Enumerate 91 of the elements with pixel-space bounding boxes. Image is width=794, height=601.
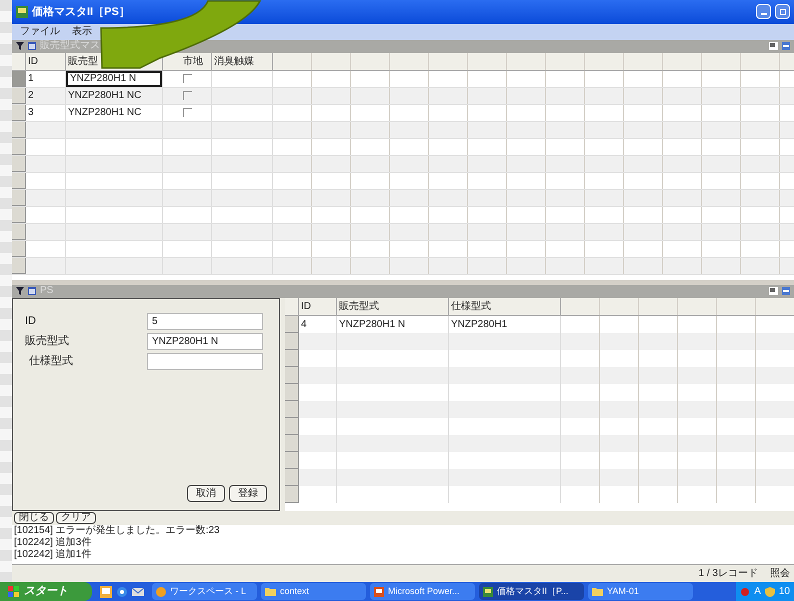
- footer-button[interactable]: 閉じる: [14, 512, 54, 524]
- table-cell-text: 2: [27, 89, 35, 104]
- row-header[interactable]: [285, 366, 299, 384]
- menu-item[interactable]: 表示: [72, 24, 92, 40]
- slides-icon: [374, 586, 384, 597]
- browser-icon[interactable]: [116, 586, 128, 598]
- record-count: 1 / 3レコード: [698, 567, 758, 582]
- mail-icon[interactable]: [132, 586, 144, 598]
- column-header[interactable]: 販売型式: [337, 298, 449, 315]
- field-label: 仕様型式: [28, 354, 74, 370]
- mode-label: 照会: [770, 567, 790, 582]
- app-icon: [16, 6, 28, 18]
- taskbar-item[interactable]: ワークスペース - L: [152, 583, 257, 600]
- table-cell-text: YNZP280H1 N: [338, 318, 406, 332]
- checkbox[interactable]: [182, 74, 192, 84]
- row-header[interactable]: [285, 452, 299, 469]
- row-header[interactable]: [12, 206, 26, 223]
- active-cell[interactable]: YNZP280H1 N: [66, 70, 162, 87]
- folder-icon: [592, 587, 603, 596]
- column-header[interactable]: 仕様型式: [449, 298, 561, 315]
- menu-item[interactable]: ファイル: [20, 24, 60, 40]
- log-line: [102154] エラーが発生しました。エラー数:23: [14, 524, 221, 536]
- table-cell-text: YNZP280H1 NC: [67, 106, 142, 120]
- restore-button[interactable]: [775, 4, 790, 20]
- row-header[interactable]: [12, 122, 26, 138]
- row-header[interactable]: [285, 332, 299, 350]
- ball-icon: [740, 586, 750, 597]
- row-header[interactable]: [12, 172, 26, 189]
- grid-icon: [28, 287, 36, 296]
- start-button[interactable]: スタート: [0, 582, 92, 601]
- panel-title: PS: [40, 286, 54, 296]
- folder-icon: [265, 587, 276, 596]
- checkbox[interactable]: [182, 108, 192, 118]
- row-header[interactable]: [285, 468, 299, 486]
- row-header[interactable]: [285, 486, 299, 503]
- filter-icon[interactable]: [16, 42, 24, 50]
- row-header[interactable]: [12, 138, 26, 155]
- desktop-icon[interactable]: [100, 586, 112, 598]
- row-header[interactable]: [12, 104, 26, 121]
- footer-button[interactable]: クリア: [56, 512, 96, 524]
- field-label: ID: [25, 314, 37, 330]
- window-title: 価格マスタII［PS］: [32, 4, 130, 20]
- row-header[interactable]: [285, 384, 299, 401]
- field-label: 販売型式: [25, 334, 70, 350]
- row-header[interactable]: [285, 350, 299, 367]
- row-header[interactable]: [12, 88, 26, 104]
- circle-icon: [156, 586, 166, 597]
- table-cell-text: YNZP280H1: [450, 318, 508, 332]
- collapse-icon[interactable]: [782, 287, 790, 296]
- log-line: [102242] 追加1件: [14, 548, 92, 561]
- log-line: [102242] 追加3件: [14, 536, 92, 548]
- window-icon[interactable]: [769, 287, 778, 296]
- table-cell-text: 1: [27, 72, 35, 86]
- column-header[interactable]: 市地: [183, 54, 203, 69]
- panel-title: 販売型式マス: [40, 41, 100, 52]
- shield-icon: [764, 586, 775, 597]
- grid-icon: [28, 42, 36, 50]
- taskbar-item[interactable]: context: [261, 583, 366, 600]
- clock: 10: [778, 585, 790, 600]
- taskbar-item[interactable]: YAM-01: [588, 583, 693, 600]
- window-icon[interactable]: [769, 42, 778, 50]
- row-header[interactable]: [12, 240, 26, 257]
- taskbar-item[interactable]: 価格マスタII［P...: [479, 583, 584, 600]
- row-header[interactable]: [285, 434, 299, 452]
- row-header[interactable]: [12, 190, 26, 206]
- form-button[interactable]: 取消: [187, 484, 225, 502]
- row-header[interactable]: [12, 70, 26, 87]
- row-header[interactable]: [12, 224, 26, 240]
- form-button[interactable]: 登録: [229, 484, 267, 502]
- row-header[interactable]: [12, 258, 26, 274]
- row-header[interactable]: [285, 418, 299, 435]
- input-field[interactable]: YNZP280H1 N: [147, 333, 263, 350]
- collapse-icon[interactable]: [782, 42, 790, 50]
- column-header[interactable]: ID: [299, 298, 337, 315]
- input-field[interactable]: [147, 353, 263, 370]
- column-header[interactable]: 消臭触媒: [214, 54, 254, 69]
- row-header[interactable]: [285, 316, 299, 333]
- table-cell-text: 4: [300, 318, 308, 332]
- column-header[interactable]: 販売型: [68, 54, 98, 69]
- checkbox[interactable]: [182, 91, 192, 100]
- table-cell-text: 3: [27, 106, 35, 120]
- filter-icon[interactable]: [16, 287, 24, 296]
- flag-icon: [8, 586, 20, 598]
- column-header[interactable]: ID: [28, 54, 38, 69]
- row-header[interactable]: [285, 400, 299, 418]
- taskbar-item[interactable]: Microsoft Power...: [370, 583, 475, 600]
- input-field[interactable]: 5: [147, 313, 263, 330]
- app-icon: [483, 586, 493, 597]
- table-cell-text: YNZP280H1 NC: [67, 89, 142, 104]
- row-header[interactable]: [12, 156, 26, 172]
- minimize-button[interactable]: [756, 4, 771, 20]
